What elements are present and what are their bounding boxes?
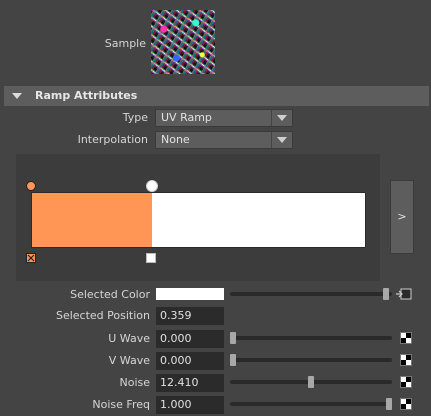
ramp-entry-1-handle[interactable] [26, 181, 36, 191]
noise-freq-slider-track[interactable] [230, 402, 392, 406]
interpolation-label: Interpolation [77, 133, 148, 146]
ramp-attributes-header[interactable]: Ramp Attributes [4, 86, 429, 106]
sample-label: Sample [104, 37, 146, 50]
collapse-arrow-icon[interactable] [12, 93, 22, 99]
sample-swatch [151, 10, 215, 74]
u-wave-slider-track[interactable] [230, 336, 392, 340]
section-title: Ramp Attributes [35, 89, 138, 102]
noise-freq-label: Noise Freq [92, 398, 150, 411]
selected-color-slider-track[interactable] [230, 292, 392, 296]
dropdown-arrow-icon[interactable] [271, 132, 292, 148]
u-wave-slider-handle[interactable] [230, 332, 236, 344]
noise-freq-map-button-icon[interactable] [400, 398, 412, 410]
selected-position-field[interactable]: 0.359 [156, 307, 224, 325]
ramp-entry-2-handle[interactable] [146, 180, 158, 192]
ramp-entry-2-delete-icon[interactable] [146, 253, 156, 263]
noise-label: Noise [119, 376, 150, 389]
interpolation-dropdown[interactable]: None [155, 131, 293, 149]
ramp-gradient-bar[interactable] [31, 192, 366, 248]
v-wave-field[interactable]: 0.000 [156, 352, 224, 370]
u-wave-label: U Wave [108, 332, 150, 345]
u-wave-field[interactable]: 0.000 [156, 330, 224, 348]
map-input-icon[interactable] [396, 287, 412, 301]
noise-map-button-icon[interactable] [400, 376, 412, 388]
v-wave-slider-track[interactable] [230, 358, 392, 362]
ramp-entry-1-delete-icon[interactable] [26, 253, 36, 263]
type-value: UV Ramp [161, 111, 212, 124]
v-wave-map-button-icon[interactable] [400, 354, 412, 366]
type-dropdown[interactable]: UV Ramp [155, 109, 293, 127]
noise-freq-slider-handle[interactable] [386, 398, 392, 410]
selected-color-label: Selected Color [70, 288, 150, 301]
noise-slider-handle[interactable] [308, 376, 314, 388]
selected-position-label: Selected Position [55, 309, 150, 322]
ramp-segment-1 [32, 193, 152, 247]
noise-field[interactable]: 12.410 [156, 374, 224, 392]
dropdown-arrow-icon[interactable] [271, 110, 292, 126]
type-label: Type [122, 111, 148, 124]
v-wave-label: V Wave [108, 354, 150, 367]
u-wave-map-button-icon[interactable] [400, 332, 412, 344]
noise-freq-field[interactable]: 1.000 [156, 396, 224, 414]
interpolation-value: None [161, 133, 190, 146]
v-wave-slider-handle[interactable] [230, 354, 236, 366]
selected-color-slider-handle[interactable] [382, 288, 389, 300]
selected-color-swatch[interactable] [156, 288, 224, 300]
ramp-expand-button[interactable]: > [390, 180, 414, 254]
